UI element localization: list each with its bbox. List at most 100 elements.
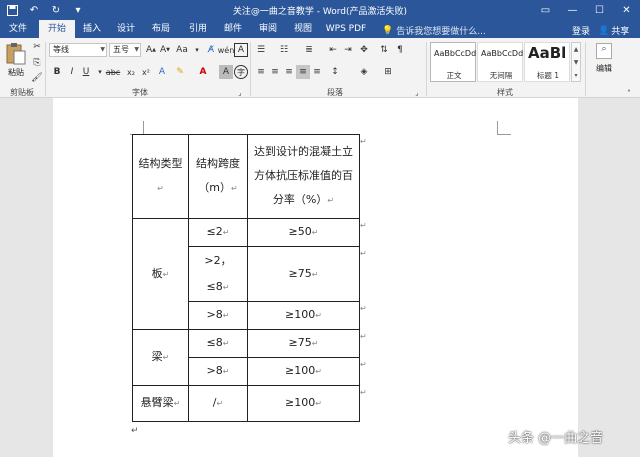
justify-icon[interactable]: ≡ [296,65,310,79]
tab-view[interactable]: 视图 [288,20,318,38]
group-divider [45,42,46,96]
decrease-indent-icon[interactable]: ⇤ [326,43,340,57]
tab-file[interactable]: 文件 [0,20,36,38]
table-cell[interactable]: 结构跨度（m）↵ [188,134,248,219]
underline-icon[interactable]: U [79,65,93,79]
table-cell[interactable]: >8↵ [188,357,248,386]
group-divider [585,42,586,96]
text-effects-icon[interactable]: A [155,65,169,79]
strikethrough-icon[interactable]: abc [106,65,120,79]
table-cell[interactable]: 达到设计的混凝土立方体抗压标准值的百分率（%）↵ [247,134,360,219]
styles-scroll[interactable]: ▲ ▼ ▾ [571,42,581,82]
table-cell[interactable]: 梁↵ [132,329,189,386]
group-divider [426,42,427,96]
row-end-mark: ↵ [360,137,367,146]
tab-mailings[interactable]: 邮件 [218,20,248,38]
phonetic-guide-icon[interactable]: wén [218,43,235,57]
borders-icon[interactable]: ⊞ [381,65,395,79]
table-cell[interactable]: ≤8↵ [188,329,248,358]
copy-icon[interactable]: ⎘ [30,56,44,70]
shrink-font-icon[interactable]: A ▼ [158,43,172,57]
login-link[interactable]: 登录 [572,24,590,37]
table-cell[interactable]: ≥100↵ [247,357,360,386]
multilevel-list-icon[interactable]: ≣ [302,43,316,57]
tab-home[interactable]: 开始 [39,20,75,38]
person-icon: 👤 [598,25,610,36]
paste-button[interactable]: 粘贴 [4,40,28,84]
bullets-icon[interactable]: ☰ [254,43,268,57]
share-button[interactable]: 👤 共享 [598,24,629,38]
numbering-icon[interactable]: ☷ [277,43,291,57]
data-table[interactable]: 结构类型↵ 结构跨度（m）↵ 达到设计的混凝土立方体抗压标准值的百分率（%）↵ … [132,134,360,422]
char-shading-icon[interactable]: A [219,65,233,79]
shading-icon[interactable]: ◈ [357,65,371,79]
tab-layout[interactable]: 布局 [146,20,176,38]
ribbon-tab-bar: 文件 开始 插入 设计 布局 引用 邮件 审阅 视图 WPS PDF 💡 告诉我… [0,20,640,38]
table-cell[interactable]: ≥75↵ [247,329,360,358]
ribbon-display-icon[interactable]: ▭ [532,0,559,20]
table-cell[interactable]: ≥50↵ [247,218,360,247]
format-painter-icon[interactable]: 🖌 [30,71,44,85]
watermark: 头条 @一曲之音 [508,431,604,446]
sort-icon[interactable]: ⇅ [377,43,391,57]
table-cell[interactable]: ≤2↵ [188,218,248,247]
italic-icon[interactable]: I [65,65,79,79]
table-cell[interactable]: ≥75↵ [247,246,360,302]
font-color-icon[interactable]: A [196,65,210,79]
increase-indent-icon[interactable]: ⇥ [341,43,355,57]
bold-icon[interactable]: B [50,65,64,79]
close-icon[interactable]: ✕ [613,0,640,20]
dropdown-icon[interactable]: ▾ [190,43,204,57]
tab-wps-pdf[interactable]: WPS PDF [323,20,369,38]
table-cell[interactable]: >8↵ [188,301,248,330]
enclose-circle-icon[interactable]: 字 [234,65,248,79]
align-center-icon[interactable]: ≡ [268,65,282,79]
paragraph-mark: ↵ [131,426,139,436]
style-normal[interactable]: AaBbCcDd 正文 [430,42,476,82]
table-cell[interactable]: ≥100↵ [247,301,360,330]
style-heading-1[interactable]: AaBl 标题 1 [524,42,570,82]
align-left-icon[interactable]: ≡ [254,65,268,79]
tab-references[interactable]: 引用 [183,20,213,38]
row-end-mark: ↵ [360,388,367,397]
maximize-icon[interactable]: ☐ [586,0,613,20]
table-cell[interactable]: 结构类型↵ [132,134,189,219]
table-cell[interactable]: >2，≤8↵ [188,246,248,302]
grow-font-icon[interactable]: A ▲ [144,43,158,57]
tab-review[interactable]: 审阅 [253,20,283,38]
minimize-icon[interactable]: — [559,0,586,20]
row-end-mark: ↵ [360,360,367,369]
enclose-char-icon[interactable]: A [234,43,248,57]
clear-formatting-icon[interactable]: A̸ [204,43,218,57]
clipboard-group-label: 剪贴板 [10,88,34,97]
align-right-icon[interactable]: ≡ [282,65,296,79]
paste-icon [6,43,26,65]
chinese-layout-icon[interactable]: ✥ [357,43,371,57]
chevron-down-icon: ▼ [134,46,139,53]
table-cell[interactable]: /↵ [188,385,248,422]
subscript-icon[interactable]: x₂ [124,65,138,79]
tell-me-search[interactable]: 💡 告诉我您想要做什么... [382,24,486,38]
change-case-icon[interactable]: Aa [175,43,189,57]
line-spacing-icon[interactable]: ↕ [328,65,342,79]
cut-icon[interactable]: ✂ [30,40,44,54]
distributed-icon[interactable]: ≡ [310,65,324,79]
style-no-spacing[interactable]: AaBbCcDd 无间隔 [477,42,523,82]
superscript-icon[interactable]: x² [139,65,153,79]
show-marks-icon[interactable]: ¶ [393,43,407,57]
table-row: 悬臂梁↵ /↵ ≥100↵ [132,385,360,422]
font-size-combo[interactable]: 五号 ▼ [109,43,141,57]
row-end-mark: ↵ [360,249,367,258]
tab-design[interactable]: 设计 [111,20,141,38]
editing-button[interactable]: ⌕ 编辑 [591,41,617,83]
font-name-combo[interactable]: 等线 ▼ [49,43,107,57]
title-bar: ↶ ↻ ▾ 关注@一曲之音教学 - Word(产品激活失败) ▭ — ☐ ✕ [0,0,640,20]
table-cell[interactable]: 悬臂梁↵ [132,385,189,422]
tab-insert[interactable]: 插入 [77,20,107,38]
paragraph-group-label: 段落 [327,88,343,97]
table-cell[interactable]: 板↵ [132,218,189,330]
ribbon: 粘贴 ✂ ⎘ 🖌 剪贴板 等线 ▼ 五号 ▼ A ▲ A ▼ Aa ▾ A̸ wén A… [0,38,640,98]
margin-corner-mark [497,121,511,135]
table-cell[interactable]: ≥100↵ [247,385,360,422]
highlight-icon[interactable]: ✎ [173,65,187,79]
